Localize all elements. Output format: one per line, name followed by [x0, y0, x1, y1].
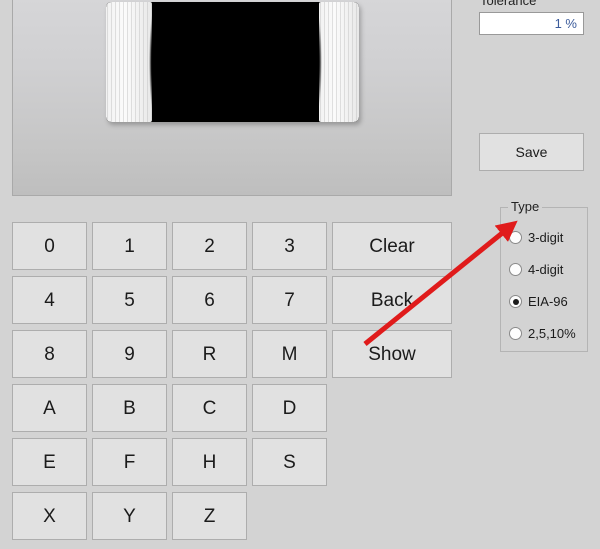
key-show[interactable]: Show	[332, 330, 452, 378]
key-9[interactable]: 9	[92, 330, 167, 378]
key-d[interactable]: D	[252, 384, 327, 432]
key-c[interactable]: C	[172, 384, 247, 432]
key-back[interactable]: Back	[332, 276, 452, 324]
keypad-row: 8 9 R M Show	[12, 330, 462, 378]
key-m[interactable]: M	[252, 330, 327, 378]
key-h[interactable]: H	[172, 438, 247, 486]
radio-button-icon	[509, 263, 522, 276]
key-e[interactable]: E	[12, 438, 87, 486]
key-3[interactable]: 3	[252, 222, 327, 270]
key-y[interactable]: Y	[92, 492, 167, 540]
type-group-legend: Type	[508, 199, 543, 214]
key-f[interactable]: F	[92, 438, 167, 486]
resistor-right-terminal-cap	[314, 2, 359, 122]
key-a[interactable]: A	[12, 384, 87, 432]
key-0[interactable]: 0	[12, 222, 87, 270]
resistor-left-terminal-cap	[106, 2, 156, 122]
tolerance-input[interactable]	[479, 12, 584, 35]
keypad: 0 1 2 3 Clear 4 5 6 7 Back 8 9 R M Show A B C D E F H S X Y Z	[12, 222, 462, 546]
radio-button-icon	[509, 327, 522, 340]
radio-4-digit[interactable]: 4-digit	[509, 262, 563, 277]
keypad-row: 4 5 6 7 Back	[12, 276, 462, 324]
key-7[interactable]: 7	[252, 276, 327, 324]
radio-label: EIA-96	[528, 294, 568, 309]
key-2[interactable]: 2	[172, 222, 247, 270]
keypad-row: 0 1 2 3 Clear	[12, 222, 462, 270]
key-r[interactable]: R	[172, 330, 247, 378]
radio-label: 4-digit	[528, 262, 564, 277]
keypad-row: XYZ	[12, 492, 462, 540]
radio-label: 3-digit	[528, 230, 564, 245]
tolerance-label: Tolerance	[480, 0, 537, 8]
key-b[interactable]: B	[92, 384, 167, 432]
radio-3-digit[interactable]: 3-digit	[509, 230, 563, 245]
type-group-box: Type 3-digit 4-digit EIA-96 2,5,10%	[500, 199, 588, 352]
resistor-preview-panel	[12, 0, 452, 196]
key-z[interactable]: Z	[172, 492, 247, 540]
key-x[interactable]: X	[12, 492, 87, 540]
radio-label: 2,5,10%	[528, 326, 576, 341]
key-clear[interactable]: Clear	[332, 222, 452, 270]
radio-button-icon	[509, 231, 522, 244]
radio-2-5-10-percent[interactable]: 2,5,10%	[509, 326, 576, 341]
radio-button-icon	[509, 295, 522, 308]
key-6[interactable]: 6	[172, 276, 247, 324]
save-button[interactable]: Save	[479, 133, 584, 171]
key-s[interactable]: S	[252, 438, 327, 486]
key-8[interactable]: 8	[12, 330, 87, 378]
keypad-row: ABCD	[12, 384, 462, 432]
key-1[interactable]: 1	[92, 222, 167, 270]
smd-resistor-graphic	[106, 2, 359, 122]
key-4[interactable]: 4	[12, 276, 87, 324]
keypad-row: EFHS	[12, 438, 462, 486]
key-5[interactable]: 5	[92, 276, 167, 324]
radio-eia-96[interactable]: EIA-96	[509, 294, 568, 309]
